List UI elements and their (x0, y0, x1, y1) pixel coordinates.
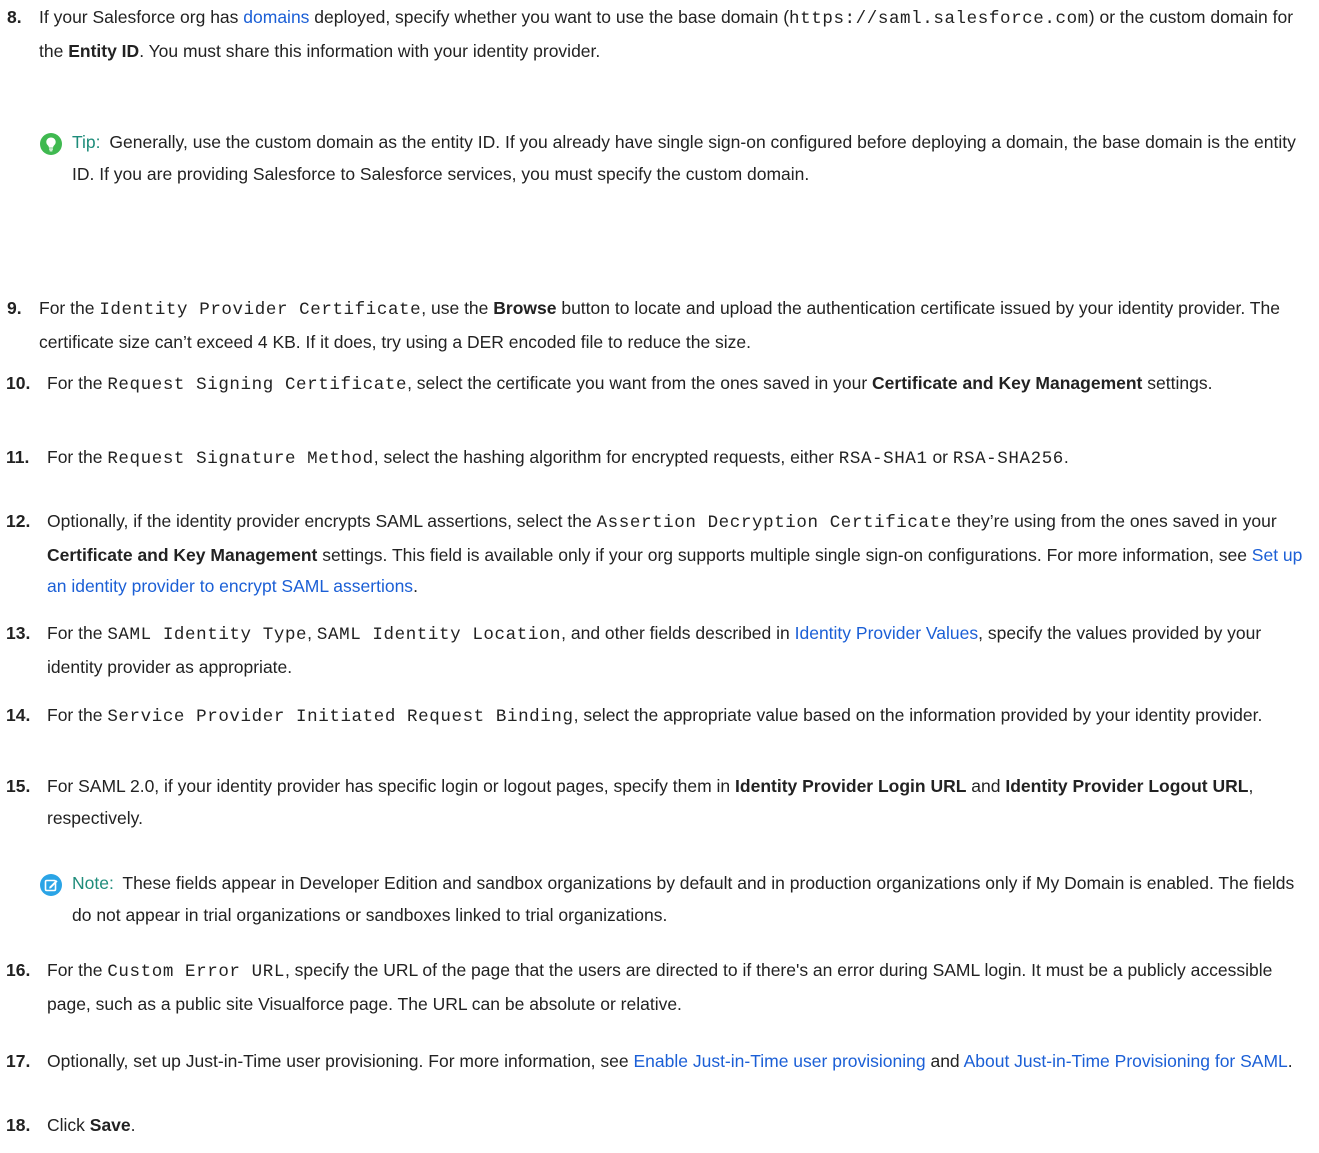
step-17: 17. Optionally, set up Just-in-Time user… (0, 1046, 1305, 1078)
ui-label-bold: Certificate and Key Management (47, 544, 318, 565)
note-text: These fields appear in Developer Edition… (72, 873, 1295, 925)
step-text: Optionally, set up Just-in-Time user pro… (47, 1046, 1305, 1078)
step-number: 8. (7, 7, 22, 27)
step-8: 8. If your Salesforce org has domains de… (0, 2, 1305, 67)
inline-code: RSA-SHA1 (838, 449, 928, 469)
step-text: Optionally, if the identity provider enc… (47, 506, 1305, 603)
step-text-run: . You must share this information with y… (139, 40, 601, 61)
step-text-run: If your Salesforce org has (39, 7, 244, 27)
step-number: 11. (6, 447, 30, 467)
ui-label-bold: Identity Provider Logout URL (1005, 776, 1249, 796)
step-text: For the Request Signature Method, select… (47, 442, 1305, 476)
step-text-run: , select the hashing algorithm for encry… (373, 447, 839, 467)
step-number: 16. (6, 960, 31, 980)
step-text-run: and (966, 776, 1006, 796)
step-number: 17. (6, 1051, 31, 1071)
step-text-run: . (130, 1115, 136, 1135)
tip-text-block: Tip: Generally, use the custom domain as… (72, 127, 1305, 190)
step-number: 12. (6, 511, 31, 531)
step-12: 12. Optionally, if the identity provider… (0, 506, 1305, 603)
inline-code: RSA-SHA256 (952, 449, 1064, 469)
inline-code: SAML Identity Location (316, 625, 562, 645)
step-text-run: Optionally, set up Just-in-Time user pro… (47, 1051, 634, 1071)
tip-text: Generally, use the custom domain as the … (72, 132, 1296, 184)
inline-code: SAML Identity Type (107, 625, 308, 645)
step-text-run: For the (47, 373, 108, 393)
document-page: 8. If your Salesforce org has domains de… (0, 0, 1319, 1153)
step-10: 10. For the Request Signing Certificate,… (0, 368, 1305, 402)
step-number: 9. (7, 298, 22, 318)
inline-link[interactable]: Identity Provider Values (795, 623, 979, 643)
step-text: For SAML 2.0, if your identity provider … (47, 771, 1305, 834)
step-text-run: , use the (421, 298, 494, 318)
ui-label-bold: Identity Provider Login URL (735, 776, 967, 796)
step-text-run: For the (47, 447, 108, 467)
note-label: Note: (72, 873, 114, 893)
step-9: 9. For the Identity Provider Certificate… (0, 293, 1305, 358)
step-text-run: they’re using from the ones saved in you… (951, 511, 1277, 531)
step-text-run: or (927, 447, 953, 467)
step-14: 14. For the Service Provider Initiated R… (0, 700, 1305, 734)
step-text-run: For SAML 2.0, if your identity provider … (47, 776, 736, 796)
step-text-run: Click (47, 1115, 90, 1135)
step-text: For the Custom Error URL, specify the UR… (47, 955, 1305, 1020)
inline-code: Service Provider Initiated Request Bindi… (107, 707, 574, 727)
inline-code: Assertion Decryption Certificate (596, 513, 952, 533)
step-text: If your Salesforce org has domains deplo… (39, 2, 1305, 67)
step-text-run: Optionally, if the identity provider enc… (47, 511, 597, 531)
step-text-run: For the (47, 960, 108, 980)
edit-note-icon (40, 874, 62, 896)
step-text-run: For the (47, 705, 108, 725)
step-number: 15. (6, 776, 31, 796)
step-text-run: settings. (1142, 373, 1213, 393)
inline-link[interactable]: domains (243, 7, 309, 27)
step-text: Click Save. (47, 1110, 1305, 1142)
note-text-block: Note: These fields appear in Developer E… (72, 868, 1305, 931)
note-callout: Note: These fields appear in Developer E… (0, 868, 1305, 931)
step-text-run: , (307, 623, 317, 643)
inline-code: Request Signing Certificate (107, 375, 408, 395)
step-18: 18. Click Save. (0, 1110, 1305, 1142)
inline-link[interactable]: About Just-in-Time Provisioning for SAML (964, 1051, 1288, 1071)
step-11: 11. For the Request Signature Method, se… (0, 442, 1305, 476)
step-text-run: For the (47, 623, 108, 643)
step-text-run: , select the certificate you want from t… (407, 373, 873, 393)
step-16: 16. For the Custom Error URL, specify th… (0, 955, 1305, 1020)
ui-label-bold: Entity ID (68, 40, 140, 61)
inline-code: Identity Provider Certificate (99, 300, 422, 320)
ui-label-bold: Save (89, 1115, 131, 1135)
step-text-run: , and other fields described in (561, 623, 795, 643)
step-number: 14. (6, 705, 31, 725)
lightbulb-icon (40, 133, 62, 155)
step-text-run: For the (39, 298, 100, 318)
step-text-run: . (1063, 447, 1069, 467)
step-text: For the Identity Provider Certificate, u… (39, 293, 1305, 358)
step-text: For the SAML Identity Type, SAML Identit… (47, 618, 1305, 683)
step-text-run: and (925, 1051, 964, 1071)
inline-code: https://saml.salesforce.com (789, 9, 1089, 29)
step-text-run: . (413, 576, 418, 596)
inline-code: Request Signature Method (107, 449, 374, 469)
ui-label-bold: Certificate and Key Management (872, 373, 1143, 393)
step-text-run: . (1287, 1051, 1293, 1071)
step-text: For the Request Signing Certificate, sel… (47, 368, 1305, 402)
step-number: 10. (6, 373, 31, 393)
step-text: For the Service Provider Initiated Reque… (47, 700, 1305, 734)
step-text-run: settings. This field is available only i… (317, 544, 1252, 565)
tip-label: Tip: (72, 132, 101, 152)
tip-callout: Tip: Generally, use the custom domain as… (0, 127, 1305, 190)
step-text-run: deployed, specify whether you want to us… (309, 7, 790, 27)
ui-label-bold: Browse (493, 298, 557, 318)
inline-code: Custom Error URL (107, 962, 285, 982)
step-text-run: , select the appropriate value based on … (573, 705, 1263, 725)
step-number: 13. (6, 623, 31, 643)
step-15: 15. For SAML 2.0, if your identity provi… (0, 771, 1305, 834)
inline-link[interactable]: Enable Just-in-Time user provisioning (633, 1051, 925, 1071)
step-13: 13. For the SAML Identity Type, SAML Ide… (0, 618, 1305, 683)
step-number: 18. (6, 1115, 31, 1135)
